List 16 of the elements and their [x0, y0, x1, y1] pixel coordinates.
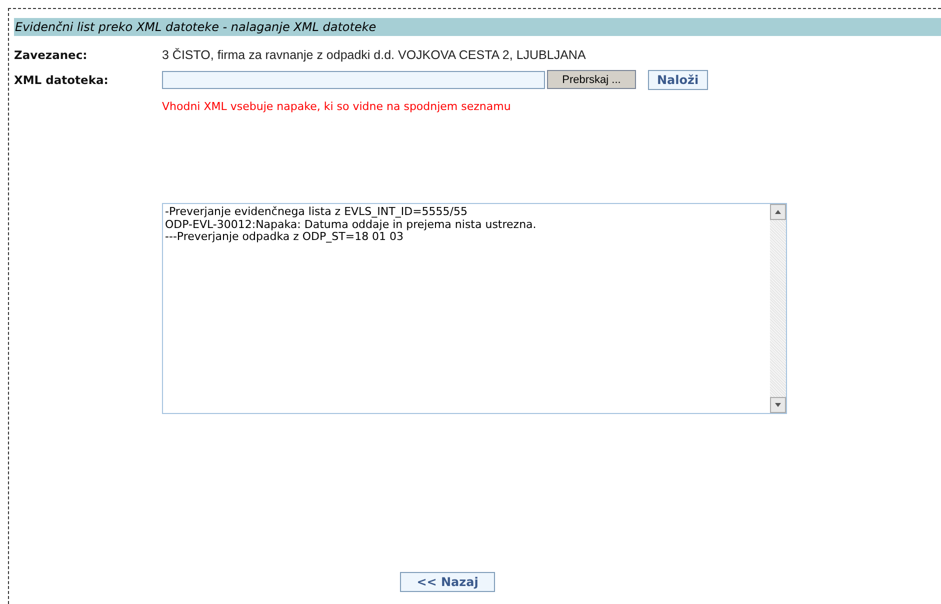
back-button[interactable]: << Nazaj	[400, 572, 495, 592]
log-line: ---Preverjanje odpadka z ODP_ST=18 01 03	[165, 231, 405, 244]
scrollbar[interactable]	[770, 204, 786, 413]
browse-button[interactable]: Prebrskaj ...	[547, 70, 636, 89]
page-header: Evidenčni list preko XML datoteke - nalaganje XML datoteke	[14, 18, 941, 36]
upload-button[interactable]: Naloži	[648, 70, 708, 90]
file-path-field[interactable]	[162, 70, 545, 88]
log-line: -Preverjanje evidenčnega lista z EVLS_INT_ID=5555/55	[165, 206, 468, 218]
field-label: XML datoteka:	[14, 72, 110, 86]
log-textarea[interactable]: -Preverjanje evidenčnega lista z EVLS_INT_ID=5555/55 ODP-EVL-30012:Napaka: Datuma oddaje in prejema nista ustrezna. ---Preverjanje odpadka z ODP_ST=18 01 03	[162, 203, 787, 414]
scroll-up-icon[interactable]	[770, 204, 786, 220]
scroll-down-icon[interactable]	[770, 397, 786, 413]
log-line: ODP-EVL-30012:Napaka: Datuma oddaje in prejema nista ustrezna.	[165, 218, 538, 231]
error-message: Vhodni XML vsebuje napake, ki so vidne na spodnjem seznamu	[162, 100, 512, 113]
field-label: Zavezanec:	[14, 48, 88, 62]
field-value: 3 ČISTO, firma za ravnanje z odpadki d.d. VOJKOVA CESTA 2, LJUBLJANA	[162, 48, 586, 62]
